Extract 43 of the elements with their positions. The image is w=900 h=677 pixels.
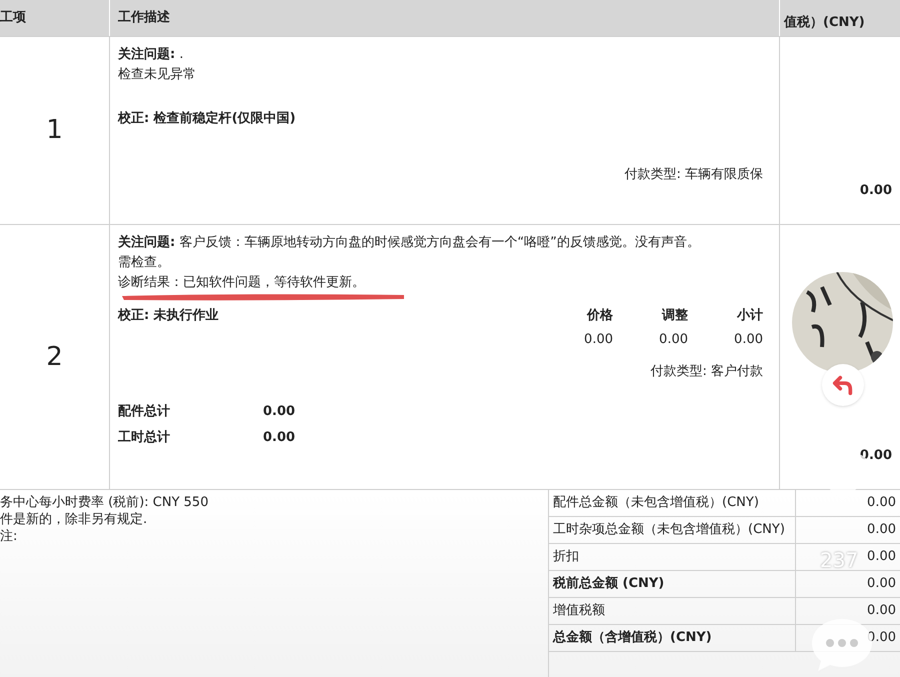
summary-value: 0.00 bbox=[866, 629, 897, 647]
price-value: 0.00 bbox=[733, 331, 763, 349]
item-number: 1 bbox=[46, 114, 63, 147]
column-header: 值税）(CNY) bbox=[784, 14, 865, 32]
payment-type: 付款类型: 车辆有限质保 bbox=[624, 166, 763, 184]
summary-label: 总金额（含增值税）(CNY) bbox=[549, 625, 796, 651]
summary-label: 增值税额 bbox=[549, 598, 796, 624]
description-text: 关注问题: . bbox=[118, 46, 184, 64]
summary-value: 0.00 bbox=[866, 521, 897, 539]
summary-label: 税前总金额 (CNY) bbox=[549, 571, 796, 597]
summary-label: 配件总金额（未包含增值税）(CNY) bbox=[549, 490, 796, 516]
diagnosis-text: 诊断结果：已知软件问题，等待软件更新。 bbox=[118, 274, 365, 292]
price-value: 0.00 bbox=[583, 331, 613, 349]
column-header: 工作描述 bbox=[118, 9, 170, 28]
summary-value: 0.00 bbox=[866, 575, 897, 593]
price-value: 0.00 bbox=[658, 331, 688, 349]
column-header: 工项 bbox=[0, 9, 26, 28]
follow-button[interactable] bbox=[822, 364, 864, 406]
total-label: 配件总计 bbox=[118, 403, 171, 421]
price-header: 小计 bbox=[736, 307, 763, 325]
description-text: 关注问题: 客户反馈：车辆原地转动方向盘的时候感觉方向盘会有一个“咯噔”的反馈感觉。没有声音。需检查。 bbox=[118, 234, 701, 272]
description-text: 检查未见异常 bbox=[118, 66, 197, 84]
correction-text: 校正: 未执行作业 bbox=[118, 307, 220, 325]
amount-value: 0.00 bbox=[860, 182, 892, 200]
correction-text: 校正: 检查前稳定杆(仅限中国) bbox=[118, 110, 297, 128]
item-number: 2 bbox=[46, 340, 63, 374]
amount-value: 0.00 bbox=[860, 446, 892, 464]
price-header: 价格 bbox=[586, 307, 613, 325]
note-text: 件是新的，除非另有规定. bbox=[0, 511, 148, 528]
summary-value: 0.00 bbox=[866, 602, 897, 620]
total-value: 0.00 bbox=[263, 403, 296, 421]
summary-value: 0.00 bbox=[866, 494, 897, 512]
price-header: 调整 bbox=[660, 307, 688, 325]
curved-arrow-icon bbox=[832, 374, 854, 396]
summary-label: 折扣 bbox=[549, 544, 796, 570]
summary-value: 0.00 bbox=[866, 548, 897, 566]
payment-type: 付款类型: 客户付款 bbox=[650, 363, 763, 381]
note-text: 务中心每小时费率 (税前): CNY 550 bbox=[0, 494, 210, 511]
total-label: 工时总计 bbox=[118, 428, 171, 446]
summary-label: 工时杂项总金额（未包含增值税）(CNY) bbox=[549, 517, 796, 543]
total-value: 0.00 bbox=[263, 428, 296, 446]
note-text: 注: bbox=[0, 528, 18, 545]
like-count: 237 bbox=[820, 547, 858, 574]
